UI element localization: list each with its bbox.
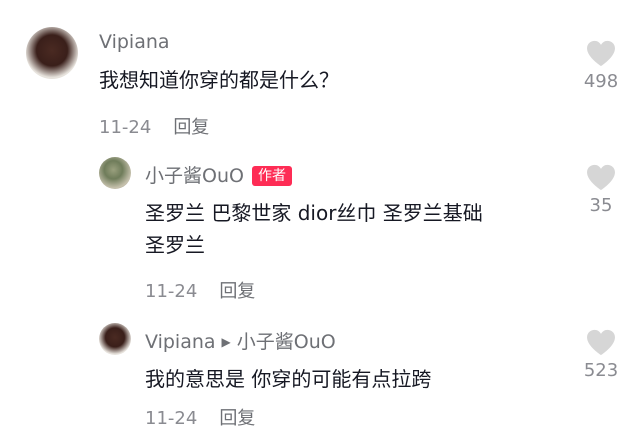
like-button[interactable]: 498 — [571, 40, 631, 92]
comment-text: 我想知道你穿的都是什么？ — [99, 68, 339, 92]
reply-button[interactable]: 回复 — [173, 117, 209, 138]
reply-button[interactable]: 回复 — [219, 408, 255, 429]
comment-username-row: Vipiana ▶ 小子酱OuO — [145, 327, 336, 354]
comment-text: 圣罗兰 巴黎世家 dior丝巾 圣罗兰基础 — [145, 201, 483, 225]
comment-date: 11-24 — [145, 281, 198, 302]
author-badge: 作者 — [251, 166, 292, 186]
comment-username[interactable]: 小子酱OuO — [145, 165, 244, 187]
comment-username-row: 小子酱OuO 作者 — [145, 161, 292, 188]
heart-icon — [587, 164, 615, 191]
comment-meta: 11-24 回复 — [145, 277, 255, 303]
like-count: 35 — [589, 195, 613, 216]
reply-button[interactable]: 回复 — [219, 281, 255, 302]
comment-meta: 11-24 回复 — [99, 113, 209, 139]
like-button[interactable]: 35 — [571, 164, 631, 216]
triangle-right-icon: ▶ — [221, 335, 231, 349]
avatar[interactable] — [26, 27, 78, 79]
comment-username[interactable]: Vipiana — [99, 31, 170, 53]
like-count: 498 — [583, 71, 619, 92]
avatar[interactable] — [99, 157, 131, 189]
comment-date: 11-24 — [145, 408, 198, 429]
comment-meta: 11-24 回复 — [145, 404, 255, 430]
comment-text: 我的意思是 你穿的可能有点拉跨 — [145, 367, 432, 391]
reply-to-username[interactable]: 小子酱OuO — [237, 331, 336, 353]
like-button[interactable]: 523 — [571, 329, 631, 381]
avatar[interactable] — [99, 323, 131, 355]
like-count: 523 — [583, 360, 619, 381]
heart-icon — [587, 329, 615, 356]
comment-username[interactable]: Vipiana — [145, 331, 216, 353]
comment-text: 圣罗兰 — [145, 233, 205, 257]
heart-icon — [587, 40, 615, 67]
comment-date: 11-24 — [99, 117, 152, 138]
